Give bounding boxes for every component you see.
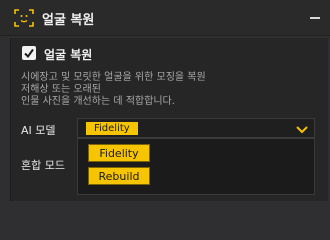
description-line: 인물 사진을 개선하는 데 적합합니다. bbox=[21, 96, 175, 107]
section-title: 얼굴 복원 bbox=[42, 13, 95, 28]
option-rebuild[interactable]: Rebuild bbox=[88, 167, 150, 185]
selected-value: Fidelity bbox=[86, 122, 138, 135]
ai-model-label: AI 모델 bbox=[21, 124, 56, 137]
face-restore-panel: 얼굴 복원 시에장고 및 모릿한 얼굴을 위한 모징을 복원 저해상 또는 오래… bbox=[10, 38, 328, 201]
description: 시에장고 및 모릿한 얼굴을 위한 모징을 복원 저해상 또는 오래된 인물 사… bbox=[21, 72, 206, 108]
ai-model-select[interactable]: Fidelity bbox=[77, 118, 315, 138]
chevron-down-icon bbox=[296, 124, 308, 137]
face-scan-icon bbox=[14, 9, 34, 27]
checkbox-label: 얼굴 복원 bbox=[44, 48, 93, 62]
minus-icon[interactable] bbox=[310, 17, 320, 19]
section-header[interactable]: 얼굴 복원 bbox=[0, 0, 330, 36]
option-fidelity[interactable]: Fidelity bbox=[88, 144, 150, 162]
description-line: 시에장고 및 모릿한 얼굴을 위한 모징을 복원 bbox=[21, 72, 206, 83]
blend-mode-label: 혼합 모드 bbox=[21, 159, 65, 172]
ai-model-dropdown: Fidelity Rebuild bbox=[77, 138, 315, 195]
checkbox[interactable] bbox=[22, 46, 36, 60]
check-icon bbox=[24, 48, 34, 59]
description-line: 저해상 또는 오래된 bbox=[21, 84, 101, 95]
